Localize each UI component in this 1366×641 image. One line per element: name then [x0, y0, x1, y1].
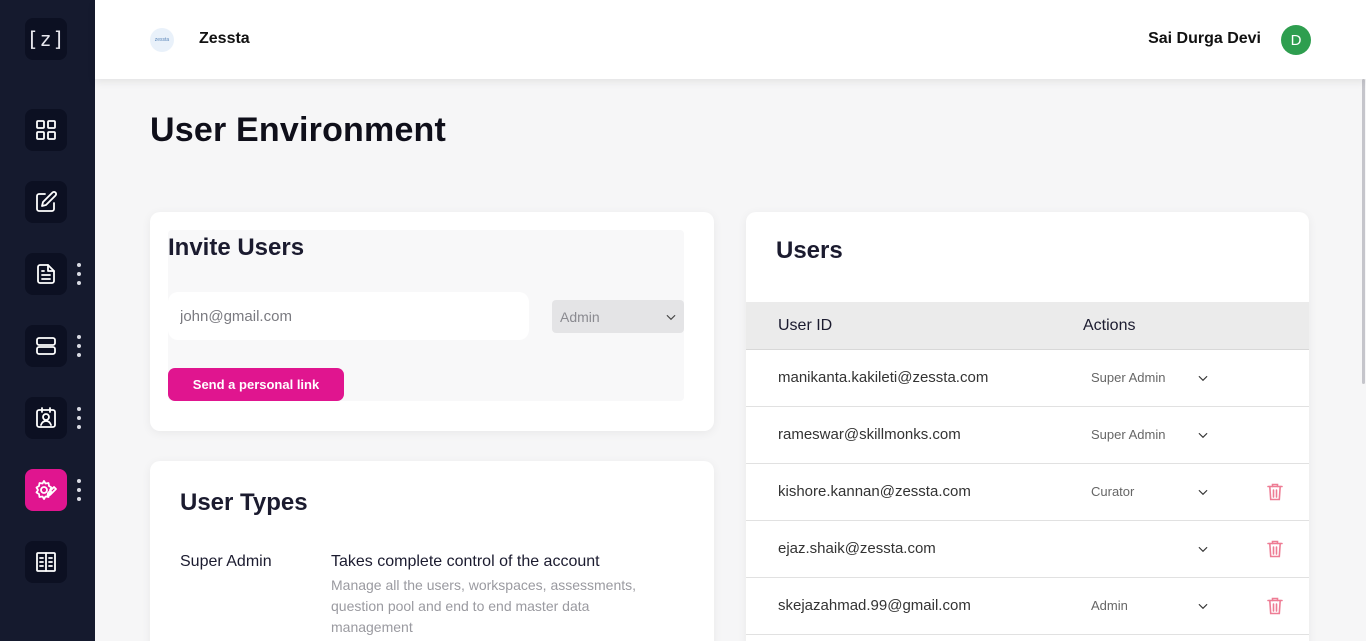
chevron-down-icon[interactable] — [1196, 542, 1210, 556]
sidebar-item-organization[interactable] — [25, 541, 67, 583]
current-user-name[interactable]: Sai Durga Devi — [1148, 30, 1261, 48]
chevron-down-icon[interactable] — [1196, 428, 1210, 442]
sidebar-item-settings[interactable] — [25, 469, 67, 511]
invite-role-value: Admin — [560, 308, 600, 325]
table-row: kishore.kannan@zessta.com Curator — [746, 464, 1309, 521]
user-role-value[interactable]: Admin — [1091, 598, 1128, 613]
avatar[interactable]: D — [1281, 25, 1311, 55]
app-logo[interactable]: [z] — [25, 18, 67, 60]
sidebar-item-dashboard[interactable] — [25, 109, 67, 151]
user-role-value[interactable]: Super Admin — [1091, 370, 1165, 385]
building-list-icon — [36, 552, 56, 572]
user-type-name: Super Admin — [180, 553, 272, 570]
user-type-heading: Takes complete control of the account — [331, 553, 600, 570]
send-personal-link-button[interactable]: Send a personal link — [168, 368, 344, 401]
chevron-down-icon[interactable] — [1196, 599, 1210, 613]
invite-email-input[interactable] — [168, 292, 529, 340]
trash-icon[interactable] — [1267, 483, 1283, 501]
invite-users-card: Invite Users Admin Send a personal link — [150, 212, 714, 431]
edit-icon — [36, 191, 57, 212]
user-types-title: User Types — [180, 489, 308, 516]
settings-menu-icon[interactable] — [76, 479, 82, 501]
table-row: ejaz.shaik@zessta.com — [746, 521, 1309, 578]
chevron-down-icon[interactable] — [1196, 485, 1210, 499]
user-email: rameswar@skillmonks.com — [778, 426, 961, 443]
sidebar-item-documents[interactable] — [25, 253, 67, 295]
sidebar-item-contacts[interactable] — [25, 397, 67, 439]
org-logo[interactable]: zessta — [150, 28, 174, 52]
table-row: skejazahmad.99@gmail.com Admin — [746, 578, 1309, 635]
sidebar-item-servers[interactable] — [25, 325, 67, 367]
chevron-down-icon[interactable] — [1196, 371, 1210, 385]
server-icon — [36, 337, 56, 355]
dashboard-grid-icon — [36, 120, 56, 140]
contact-card-icon — [36, 407, 56, 428]
chevron-down-icon — [666, 314, 676, 321]
invite-users-title: Invite Users — [168, 234, 305, 261]
trash-icon[interactable] — [1267, 540, 1283, 558]
user-email: skejazahmad.99@gmail.com — [778, 597, 971, 614]
page-title: User Environment — [150, 111, 447, 149]
column-header-user-id: User ID — [778, 317, 833, 334]
users-table-header: User ID Actions — [746, 302, 1309, 350]
table-row: rameswar@skillmonks.com Super Admin — [746, 407, 1309, 464]
top-header: zessta Zessta Sai Durga Devi D — [95, 0, 1366, 79]
users-card: Users User ID Actions manikanta.kakileti… — [746, 212, 1309, 641]
document-icon — [37, 264, 55, 284]
user-email: ejaz.shaik@zessta.com — [778, 540, 936, 557]
sidebar: [z] — [0, 0, 95, 641]
user-email: kishore.kannan@zessta.com — [778, 483, 971, 500]
user-types-card: User Types Super Admin Takes complete co… — [150, 461, 714, 641]
column-header-actions: Actions — [1083, 317, 1136, 334]
documents-menu-icon[interactable] — [76, 263, 82, 285]
scrollbar-thumb[interactable] — [1362, 79, 1365, 384]
trash-icon[interactable] — [1267, 597, 1283, 615]
user-type-description: Manage all the users, workspaces, assess… — [331, 577, 637, 635]
servers-menu-icon[interactable] — [76, 335, 82, 357]
org-name[interactable]: Zessta — [199, 30, 250, 48]
contacts-menu-icon[interactable] — [76, 407, 82, 429]
user-email: manikanta.kakileti@zessta.com — [778, 369, 989, 386]
invite-form: Invite Users Admin Send a personal link — [168, 230, 684, 401]
sidebar-item-edit[interactable] — [25, 181, 67, 223]
page-scrollbar[interactable] — [1360, 79, 1366, 641]
invite-role-select[interactable]: Admin — [552, 300, 684, 333]
user-role-value[interactable]: Super Admin — [1091, 427, 1165, 442]
table-row: manikanta.kakileti@zessta.com Super Admi… — [746, 350, 1309, 407]
users-title: Users — [776, 237, 843, 264]
user-role-value[interactable]: Curator — [1091, 484, 1134, 499]
settings-edit-icon — [35, 480, 57, 500]
